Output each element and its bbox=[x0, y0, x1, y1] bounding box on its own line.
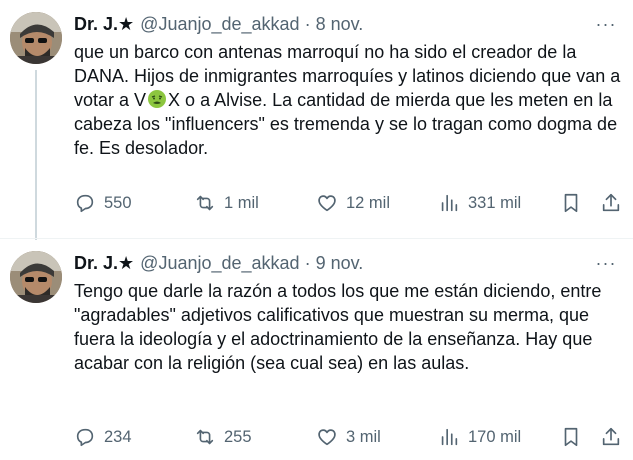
more-icon[interactable]: ··· bbox=[593, 12, 619, 36]
reply-icon bbox=[76, 428, 94, 447]
repost-button[interactable]: 255 bbox=[194, 422, 252, 452]
share-icon bbox=[602, 193, 620, 212]
repost-count: 255 bbox=[224, 427, 252, 446]
author-handle[interactable]: @Juanjo_de_akkad bbox=[140, 14, 299, 35]
share-icon bbox=[602, 427, 620, 446]
reply-icon bbox=[76, 194, 94, 213]
author-name[interactable]: Dr. J.★ bbox=[74, 14, 134, 35]
action-bar: 234 255 3 mil 170 mil bbox=[74, 422, 625, 452]
separator: · bbox=[304, 13, 311, 34]
tweet-text-part: Tengo que darle la razón a todos los que… bbox=[74, 281, 602, 373]
views-icon bbox=[441, 194, 458, 212]
bookmark-button[interactable] bbox=[560, 188, 582, 218]
reply-button[interactable]: 550 bbox=[74, 188, 132, 218]
avatar[interactable] bbox=[10, 12, 62, 64]
like-icon bbox=[318, 195, 336, 212]
tweet-header: Dr. J.★ @Juanjo_de_akkad · 9 nov. bbox=[74, 251, 363, 275]
views-count: 170 mil bbox=[468, 427, 522, 446]
author-name[interactable]: Dr. J.★ bbox=[74, 253, 134, 274]
tweet[interactable]: Dr. J.★ @Juanjo_de_akkad · 9 nov. ··· Te… bbox=[0, 238, 633, 460]
reply-count: 550 bbox=[104, 193, 132, 212]
tweet-date[interactable]: 8 nov. bbox=[316, 14, 364, 35]
repost-button[interactable]: 1 mil bbox=[194, 188, 259, 218]
nauseated-face-icon bbox=[148, 90, 167, 108]
more-icon[interactable]: ··· bbox=[593, 251, 619, 275]
bookmark-button[interactable] bbox=[560, 422, 582, 452]
bookmark-icon bbox=[564, 427, 578, 447]
views-icon bbox=[441, 428, 458, 446]
like-button[interactable]: 3 mil bbox=[316, 422, 381, 452]
like-button[interactable]: 12 mil bbox=[316, 188, 390, 218]
like-count: 3 mil bbox=[346, 427, 381, 446]
tweet-text: Tengo que darle la razón a todos los que… bbox=[74, 279, 622, 375]
share-button[interactable] bbox=[600, 422, 622, 452]
tweet[interactable]: Dr. J.★ @Juanjo_de_akkad · 8 nov. ··· qu… bbox=[0, 0, 633, 240]
bookmark-icon bbox=[564, 193, 578, 213]
like-icon bbox=[318, 429, 336, 446]
repost-icon bbox=[196, 429, 214, 445]
views-button[interactable]: 331 mil bbox=[438, 188, 521, 218]
tweet-header: Dr. J.★ @Juanjo_de_akkad · 8 nov. bbox=[74, 12, 363, 36]
views-button[interactable]: 170 mil bbox=[438, 422, 521, 452]
like-count: 12 mil bbox=[346, 193, 391, 212]
repost-icon bbox=[196, 195, 214, 211]
share-button[interactable] bbox=[600, 188, 622, 218]
reply-count: 234 bbox=[104, 427, 132, 446]
action-bar: 550 1 mil 12 mil 331 mil bbox=[74, 188, 625, 218]
separator: · bbox=[304, 252, 311, 273]
tweet-text: que un barco con antenas marroquí no ha … bbox=[74, 40, 622, 160]
tweet-date[interactable]: 9 nov. bbox=[316, 253, 364, 274]
repost-count: 1 mil bbox=[224, 193, 259, 212]
thread-line bbox=[35, 70, 37, 240]
views-count: 331 mil bbox=[468, 193, 522, 212]
avatar[interactable] bbox=[10, 251, 62, 303]
author-handle[interactable]: @Juanjo_de_akkad bbox=[140, 253, 299, 274]
reply-button[interactable]: 234 bbox=[74, 422, 132, 452]
